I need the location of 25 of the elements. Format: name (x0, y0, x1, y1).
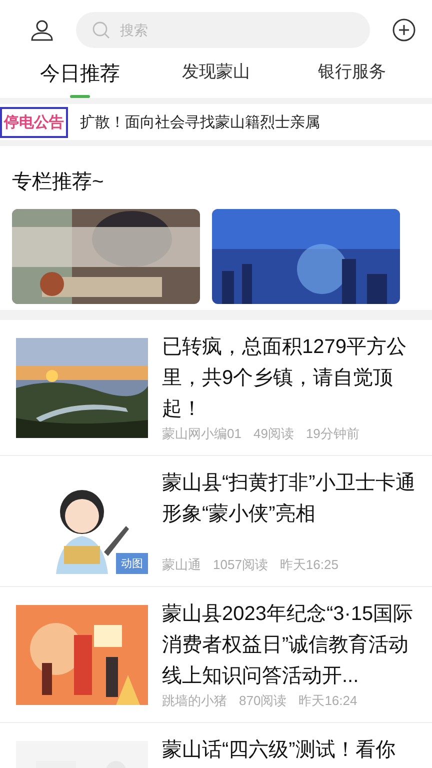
tab[interactable]: 银行服务 (284, 60, 420, 98)
article-time: 昨天16:25 (280, 556, 338, 574)
article-author: 蒙山通 (162, 556, 201, 574)
article-title[interactable]: 已转疯，总面积1279平方公里，共9个乡镇，请自觉顶起！ (162, 332, 416, 425)
read-count: 870阅读 (239, 692, 287, 710)
read-count: 1057阅读 (213, 556, 268, 574)
tab[interactable]: 今日推荐 (12, 60, 148, 98)
search-input[interactable]: 搜索 (118, 21, 354, 39)
search-icon (92, 21, 110, 39)
article-time: 昨天16:24 (298, 692, 358, 710)
article-title[interactable]: 蒙山县“扫黄打非”小卫士卡通形象“蒙小侠”亮相 (162, 468, 416, 530)
read-count: 49阅读 (253, 425, 294, 443)
user-icon[interactable] (30, 18, 54, 42)
notice-tag: 停电公告 (0, 106, 68, 138)
section-title: 专栏推荐~ (11, 170, 105, 195)
add-icon[interactable] (392, 18, 416, 42)
notice-link[interactable]: 扩散！面向社会寻找蒙山籍烈士亲属 (80, 112, 320, 132)
search-field[interactable]: 搜索 (76, 12, 370, 48)
gif-badge: 动图 (116, 553, 148, 574)
article-author: 跳墙的小猪 (162, 692, 227, 710)
article-author: 蒙山网小编01 (162, 425, 242, 443)
tab[interactable]: 发现蒙山 (148, 60, 284, 98)
article-time: 19分钟前 (306, 425, 360, 443)
article-title[interactable]: 蒙山县2023年纪念“3·15国际消费者权益日”诚信教育活动线上知识问答活动开... (162, 599, 416, 692)
article-title[interactable]: 蒙山话“四六级”测试！看你 (162, 735, 416, 766)
